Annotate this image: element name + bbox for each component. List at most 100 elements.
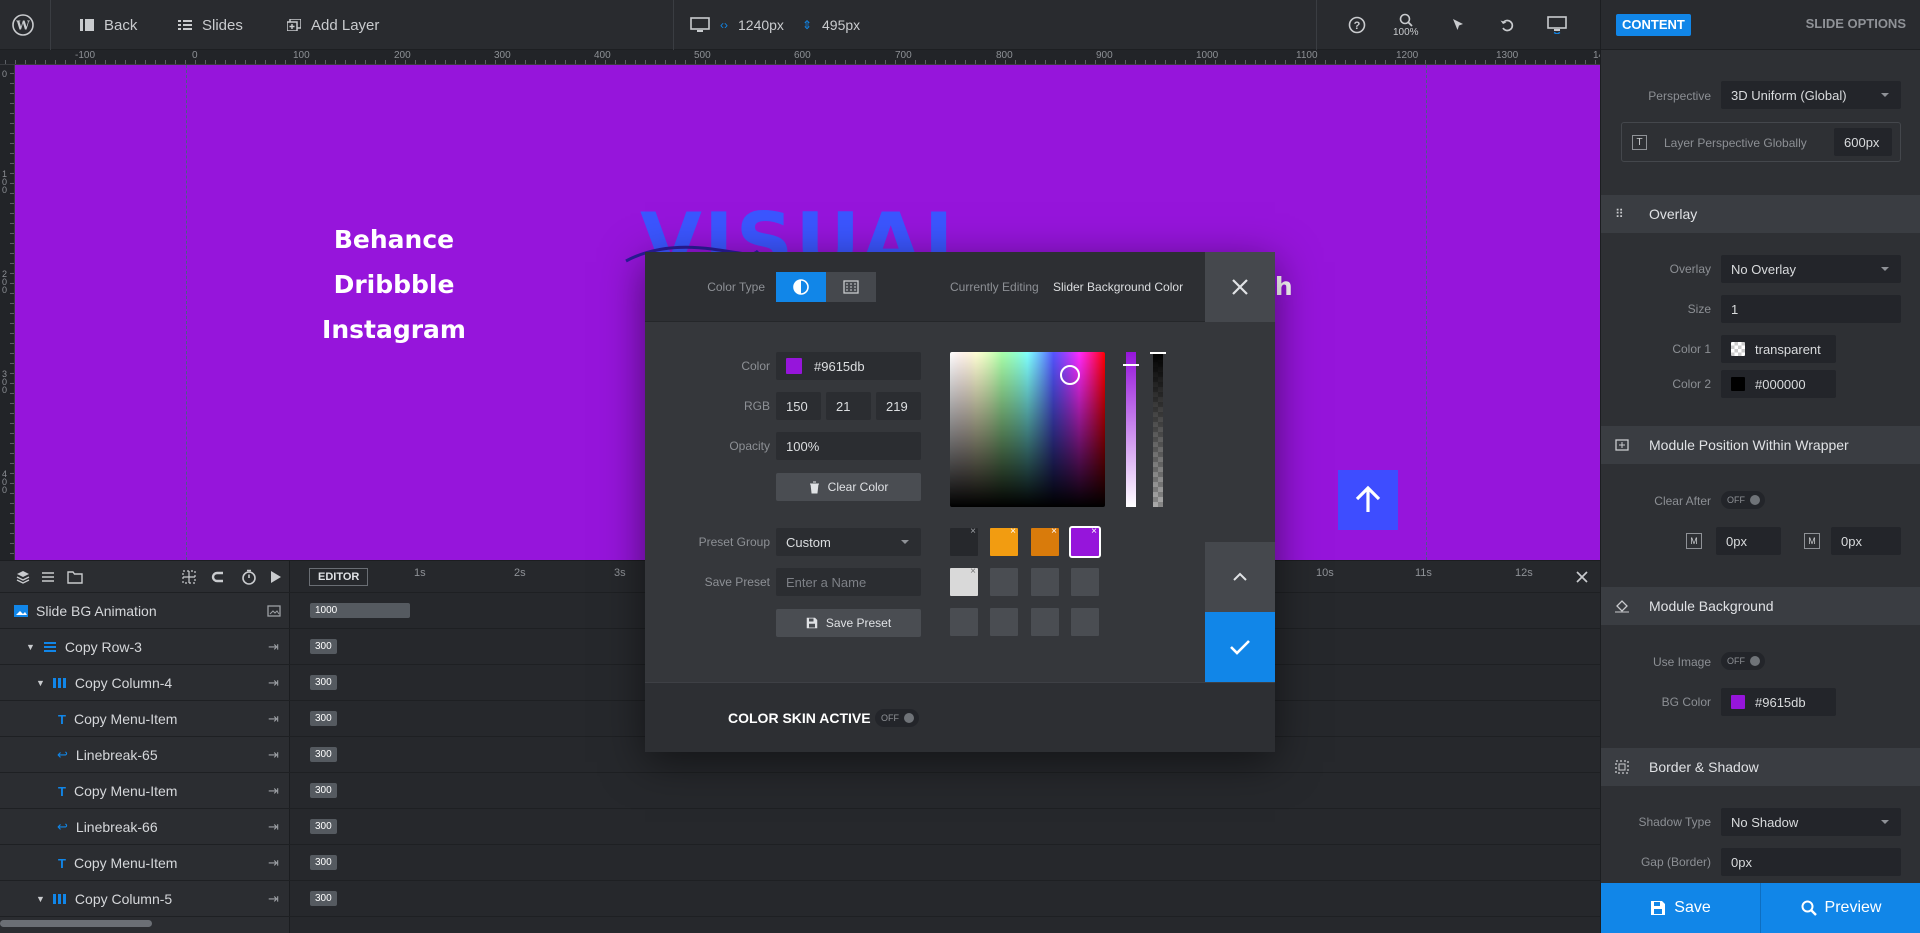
overlay-section-header[interactable]: ⠿ Overlay bbox=[1601, 195, 1920, 233]
animation-duration[interactable]: 300 bbox=[310, 639, 337, 654]
preset-name-input[interactable]: Enter a Name bbox=[776, 568, 921, 596]
clear-color-button[interactable]: Clear Color bbox=[776, 473, 921, 501]
responsive-view-icon[interactable] bbox=[1547, 0, 1567, 50]
animation-duration[interactable]: 300 bbox=[310, 747, 337, 762]
timeline-row[interactable]: T Copy Menu-Item ⇥ 300 bbox=[0, 845, 1600, 881]
empty-preset-slot[interactable] bbox=[1071, 568, 1099, 596]
tab-slide-options[interactable]: SLIDE OPTIONS bbox=[1806, 16, 1906, 31]
magnet-icon[interactable] bbox=[211, 570, 225, 584]
canvas-height-value[interactable]: 495px bbox=[822, 17, 860, 33]
pin-to-end-icon[interactable]: ⇥ bbox=[268, 639, 279, 655]
undo-icon[interactable] bbox=[1499, 0, 1515, 50]
save-preset-button[interactable]: Save Preset bbox=[776, 609, 921, 637]
shadow-type-select[interactable]: No Shadow bbox=[1721, 808, 1901, 836]
animation-duration[interactable]: 300 bbox=[310, 819, 337, 834]
list-icon[interactable] bbox=[41, 570, 55, 584]
size-input[interactable]: 1 bbox=[1721, 295, 1901, 323]
animation-duration[interactable]: 300 bbox=[310, 783, 337, 798]
animation-duration[interactable]: 300 bbox=[310, 711, 337, 726]
pin-to-end-icon[interactable]: ⇥ bbox=[268, 747, 279, 763]
collapse-caret-icon[interactable]: ▼ bbox=[36, 678, 45, 688]
use-image-toggle[interactable]: OFF bbox=[1721, 652, 1765, 670]
margin-right-input[interactable]: 0px bbox=[1831, 527, 1901, 555]
overlay-select[interactable]: No Overlay bbox=[1721, 255, 1901, 283]
menu-item-instagram[interactable]: Instagram bbox=[294, 315, 494, 344]
color-skin-toggle[interactable]: OFF bbox=[875, 709, 919, 727]
pin-to-end-icon[interactable]: ⇥ bbox=[268, 711, 279, 727]
green-input[interactable]: 21 bbox=[826, 392, 871, 420]
animation-duration[interactable]: 300 bbox=[310, 891, 337, 906]
preview-button[interactable]: Preview bbox=[1761, 883, 1920, 933]
wordpress-logo-icon[interactable]: W bbox=[12, 0, 34, 50]
alpha-slider-handle[interactable] bbox=[1150, 352, 1166, 354]
menu-item-behance[interactable]: Behance bbox=[294, 225, 494, 254]
layers-icon[interactable] bbox=[16, 570, 30, 584]
gradient-color-type-button[interactable] bbox=[826, 272, 876, 302]
desktop-icon[interactable] bbox=[690, 17, 710, 33]
color-selector-handle[interactable] bbox=[1060, 365, 1080, 385]
module-position-section-header[interactable]: Module Position Within Wrapper bbox=[1601, 426, 1920, 464]
opacity-slider-handle[interactable] bbox=[1123, 364, 1139, 366]
pin-to-end-icon[interactable]: ⇥ bbox=[268, 891, 279, 907]
saturation-value-area[interactable] bbox=[950, 352, 1105, 507]
module-background-section-header[interactable]: Module Background bbox=[1601, 587, 1920, 625]
tab-content[interactable]: CONTENT bbox=[1616, 14, 1691, 36]
editor-mode-label[interactable]: EDITOR bbox=[309, 568, 369, 586]
hex-color-input[interactable]: #9615db bbox=[776, 352, 921, 380]
preset-swatch[interactable]: × bbox=[950, 526, 978, 556]
clear-after-toggle[interactable]: OFF bbox=[1721, 491, 1765, 509]
collapse-presets-button[interactable] bbox=[1205, 542, 1275, 612]
preset-swatch[interactable]: × bbox=[950, 566, 978, 596]
pin-to-end-icon[interactable]: ⇥ bbox=[268, 855, 279, 871]
color2-picker[interactable]: #000000 bbox=[1721, 370, 1836, 398]
border-shadow-section-header[interactable]: Border & Shadow bbox=[1601, 748, 1920, 786]
empty-preset-slot[interactable] bbox=[1031, 568, 1059, 596]
pin-to-end-icon[interactable]: ⇥ bbox=[268, 675, 279, 691]
animation-duration[interactable]: 1000 bbox=[310, 603, 410, 618]
folder-icon[interactable] bbox=[67, 570, 83, 584]
collapse-caret-icon[interactable]: ▼ bbox=[36, 894, 45, 904]
save-button[interactable]: Save bbox=[1601, 883, 1761, 933]
zoom-control[interactable]: 100% bbox=[1393, 0, 1419, 50]
collapse-caret-icon[interactable]: ▼ bbox=[26, 642, 35, 652]
add-layer-button[interactable]: Add Layer bbox=[287, 0, 379, 50]
select-cursor-icon[interactable] bbox=[1450, 0, 1466, 50]
bg-image-settings-icon[interactable] bbox=[267, 605, 281, 617]
margin-left-input[interactable]: 0px bbox=[1716, 527, 1781, 555]
blue-input[interactable]: 219 bbox=[876, 392, 921, 420]
slides-button[interactable]: Slides bbox=[178, 0, 243, 50]
bg-color-picker[interactable]: #9615db bbox=[1721, 688, 1836, 716]
gap-input[interactable]: 0px bbox=[1721, 848, 1901, 876]
close-timeline-icon[interactable] bbox=[1575, 570, 1589, 584]
alpha-slider[interactable] bbox=[1150, 352, 1166, 507]
apply-color-button[interactable] bbox=[1205, 612, 1275, 682]
empty-preset-slot[interactable] bbox=[950, 608, 978, 636]
timeline-row[interactable]: ▼ Copy Column-5 ⇥ 300 bbox=[0, 881, 1600, 917]
solid-color-type-button[interactable] bbox=[776, 272, 826, 302]
close-dialog-button[interactable] bbox=[1205, 252, 1275, 322]
animation-duration[interactable]: 300 bbox=[310, 855, 337, 870]
opacity-slider[interactable] bbox=[1123, 352, 1139, 507]
empty-preset-slot[interactable] bbox=[990, 568, 1018, 596]
canvas-width-value[interactable]: 1240px bbox=[738, 17, 784, 33]
red-input[interactable]: 150 bbox=[776, 392, 821, 420]
empty-preset-slot[interactable] bbox=[1071, 608, 1099, 636]
timer-icon[interactable] bbox=[241, 569, 257, 585]
grid-snap-icon[interactable] bbox=[182, 570, 196, 584]
timeline-row[interactable]: T Copy Menu-Item ⇥ 300 bbox=[0, 773, 1600, 809]
pin-to-end-icon[interactable]: ⇥ bbox=[268, 783, 279, 799]
timeline-row[interactable]: ↩ Linebreak-66 ⇥ 300 bbox=[0, 809, 1600, 845]
preset-swatch-selected[interactable]: × bbox=[1069, 526, 1101, 558]
preset-swatch[interactable]: × bbox=[1031, 526, 1059, 556]
empty-preset-slot[interactable] bbox=[990, 608, 1018, 636]
help-icon[interactable]: ? bbox=[1348, 0, 1366, 50]
menu-item-dribbble[interactable]: Dribbble bbox=[294, 270, 494, 299]
pin-to-end-icon[interactable]: ⇥ bbox=[268, 819, 279, 835]
preset-swatch[interactable]: × bbox=[990, 526, 1018, 556]
horizontal-scrollbar[interactable] bbox=[0, 920, 152, 927]
empty-preset-slot[interactable] bbox=[1031, 608, 1059, 636]
preset-group-select[interactable]: Custom bbox=[776, 528, 921, 556]
scroll-up-button[interactable] bbox=[1338, 470, 1398, 530]
play-icon[interactable] bbox=[270, 570, 282, 584]
color1-picker[interactable]: transparent bbox=[1721, 335, 1836, 363]
